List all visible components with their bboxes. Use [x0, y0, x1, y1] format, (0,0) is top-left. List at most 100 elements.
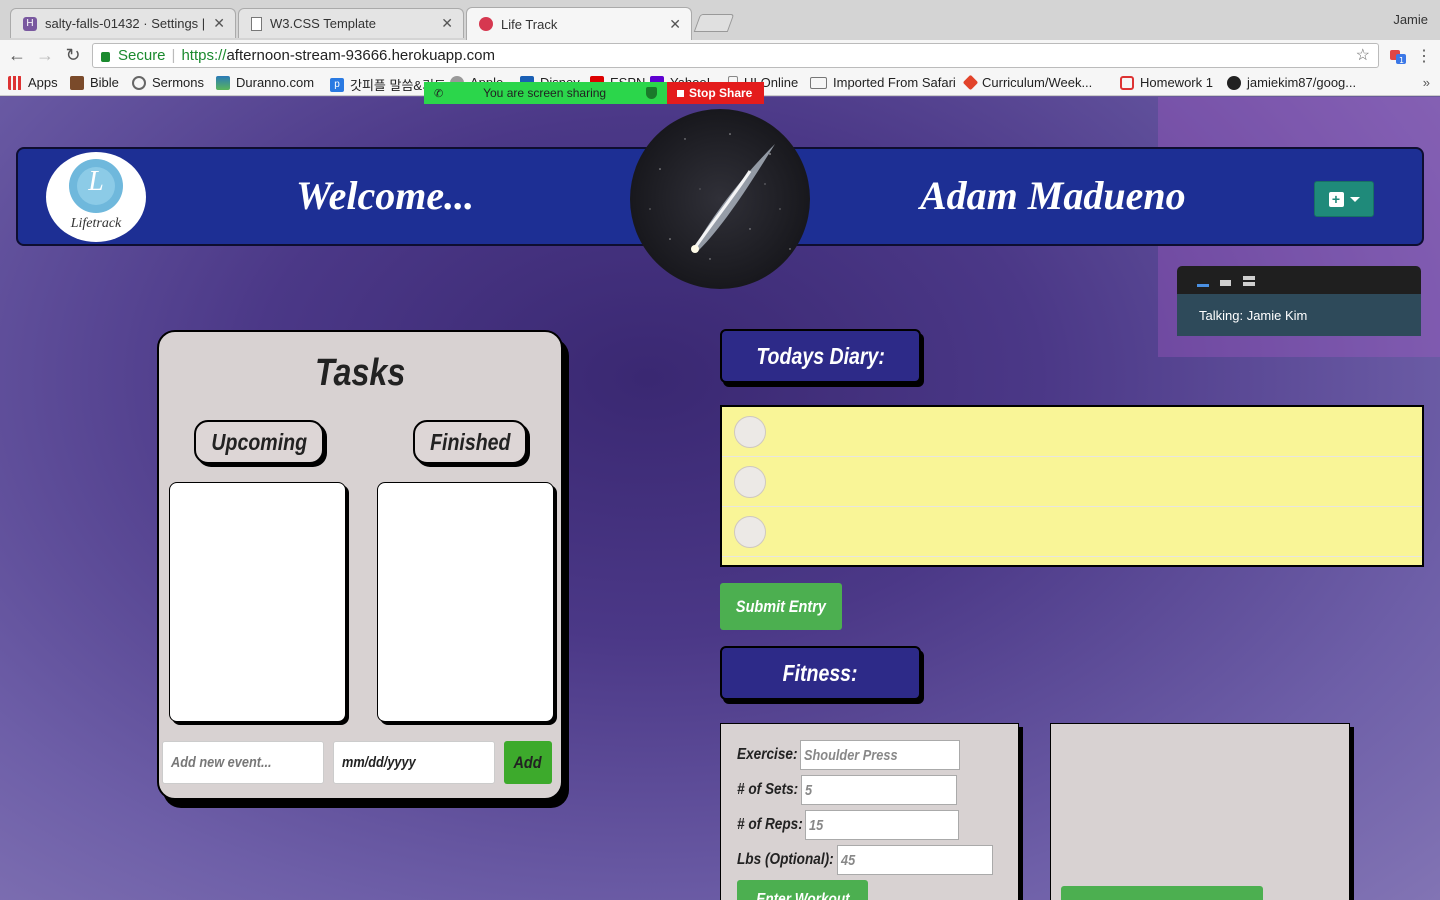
logo-letter: L	[88, 166, 104, 197]
secure-label: Secure	[118, 47, 166, 64]
tab-w3css[interactable]: W3.CSS Template ✕	[238, 8, 464, 38]
close-icon[interactable]: ✕	[669, 16, 681, 33]
fitness-form: Exercise: Shoulder Press # of Sets: 5 # …	[720, 723, 1019, 900]
forward-arrow-icon[interactable]: →	[34, 44, 56, 66]
bookmark-bible[interactable]: Bible	[70, 75, 119, 90]
bookmark-apps[interactable]: Apps	[8, 75, 58, 90]
restore-icon[interactable]	[1220, 280, 1231, 286]
event-date-input[interactable]: mm/dd/yyyy	[333, 741, 495, 784]
bookmark-duranno[interactable]: Duranno.com	[216, 75, 314, 90]
phone-icon: ✆	[434, 87, 444, 100]
exercise-placeholder: Shoulder Press	[804, 746, 898, 764]
finished-button[interactable]: Finished	[413, 420, 527, 464]
duranno-icon	[216, 75, 230, 90]
diary-line	[722, 407, 1422, 457]
folder-icon	[810, 76, 827, 89]
bookmark-label: Curriculum/Week...	[982, 75, 1093, 90]
tasks-card: Tasks Upcoming Finished Add new event...…	[157, 330, 563, 800]
upcoming-list[interactable]	[169, 482, 346, 722]
page: L Lifetrack Welcome... Adam Madueno + Ta…	[0, 97, 1440, 900]
reps-label: # of Reps:	[737, 816, 803, 833]
browser-toolbar: ← → ↻ Secure | https:// afternoon-stream…	[0, 40, 1440, 72]
bookmark-label: Bible	[90, 75, 119, 90]
reload-icon[interactable]: ↻	[62, 44, 84, 66]
close-icon[interactable]: ✕	[213, 15, 225, 32]
bookmarks-overflow-button[interactable]: »	[1423, 75, 1430, 90]
profile-name[interactable]: Jamie	[1393, 12, 1428, 27]
url-host: afternoon-stream-93666.herokuapp.com	[226, 47, 495, 64]
bible-icon	[70, 75, 84, 90]
stop-share-label: Stop Share	[689, 86, 753, 100]
profile-avatar[interactable]	[630, 109, 810, 289]
back-arrow-icon[interactable]: ←	[6, 44, 28, 66]
bookmark-sermons[interactable]: Sermons	[132, 75, 204, 90]
workout-log-button[interactable]	[1061, 886, 1263, 900]
enter-workout-button[interactable]: Enter Workout	[737, 880, 868, 900]
gitlab-icon	[962, 74, 979, 91]
svg-text:1: 1	[1399, 56, 1404, 64]
sets-input[interactable]: 5	[801, 775, 958, 805]
add-event-button[interactable]: Add	[504, 741, 552, 784]
fitness-heading: Fitness:	[720, 646, 921, 700]
document-icon	[251, 16, 262, 31]
new-tab-button[interactable]	[693, 14, 735, 32]
lbs-label: Lbs (Optional):	[737, 851, 834, 868]
tab-life-track[interactable]: Life Track ✕	[466, 7, 692, 40]
bookmark-star-icon[interactable]: ☆	[1356, 45, 1370, 65]
bullet-icon	[734, 516, 766, 548]
lbs-row: Lbs (Optional): 45	[737, 845, 993, 875]
add-menu-button[interactable]: +	[1314, 181, 1374, 217]
new-event-placeholder: Add new event...	[171, 754, 272, 771]
diary-line	[722, 457, 1422, 507]
tab-heroku-settings[interactable]: H salty-falls-01432 · Settings | He ✕	[10, 8, 236, 38]
plus-icon: +	[1328, 191, 1344, 207]
reps-row: # of Reps: 15	[737, 810, 960, 840]
tab-title: Life Track	[501, 16, 558, 32]
submit-entry-label: Submit Entry	[736, 596, 826, 616]
shield-icon	[645, 87, 657, 99]
godpeople-icon: p	[330, 77, 344, 92]
apps-grid-icon	[8, 75, 22, 90]
add-label: Add	[513, 752, 543, 772]
bookmark-label: Imported From Safari	[833, 75, 956, 90]
exercise-input[interactable]: Shoulder Press	[800, 740, 961, 770]
upcoming-button[interactable]: Upcoming	[194, 420, 324, 464]
expand-icon[interactable]	[1243, 276, 1255, 286]
date-placeholder: mm/dd/yyyy	[342, 754, 416, 771]
minimize-icon[interactable]	[1197, 284, 1209, 287]
bookmark-github[interactable]: jamiekim87/goog...	[1227, 75, 1356, 90]
sermons-icon	[132, 75, 146, 90]
url-scheme: https://	[181, 47, 227, 64]
sharing-indicator: ✆ You are screen sharing	[424, 82, 667, 104]
finished-list[interactable]	[377, 482, 554, 722]
submit-entry-button[interactable]: Submit Entry	[720, 583, 842, 630]
reps-input[interactable]: 15	[805, 810, 960, 840]
close-icon[interactable]: ✕	[441, 15, 453, 32]
new-event-input[interactable]: Add new event...	[162, 741, 324, 784]
address-bar[interactable]: Secure | https:// afternoon-stream-93666…	[92, 43, 1379, 68]
diary-textarea[interactable]	[720, 405, 1424, 567]
bookmark-label: jamiekim87/goog...	[1247, 75, 1357, 90]
lbs-input[interactable]: 45	[836, 845, 993, 875]
bookmark-homework[interactable]: Homework 1	[1120, 75, 1213, 90]
bookmark-label: Duranno.com	[236, 75, 315, 90]
exercise-label: Exercise:	[737, 746, 798, 763]
workout-log-panel	[1050, 723, 1350, 900]
bookmark-curriculum[interactable]: Curriculum/Week...	[962, 74, 1093, 91]
tab-title: salty-falls-01432 · Settings | He	[45, 16, 207, 31]
lifetrack-logo[interactable]: L Lifetrack	[46, 152, 146, 242]
tasks-title-text: Tasks	[314, 352, 406, 394]
extension-icon[interactable]: 1	[1390, 48, 1406, 65]
lifetrack-favicon-icon	[479, 17, 493, 31]
browser-menu-icon[interactable]: ⋮	[1416, 46, 1432, 66]
talking-text: Talking: Jamie Kim	[1177, 294, 1421, 336]
address-separator: |	[171, 47, 176, 64]
bookmark-folder-safari[interactable]: Imported From Safari	[810, 75, 956, 90]
tasks-title: Tasks	[159, 352, 561, 395]
github-icon	[1227, 75, 1241, 90]
talking-widget: Talking: Jamie Kim	[1177, 266, 1421, 336]
lbs-placeholder: 45	[840, 851, 855, 869]
talking-widget-toolbar	[1177, 266, 1421, 294]
stop-share-button[interactable]: Stop Share	[667, 82, 764, 104]
bookmark-label: Sermons	[152, 75, 205, 90]
